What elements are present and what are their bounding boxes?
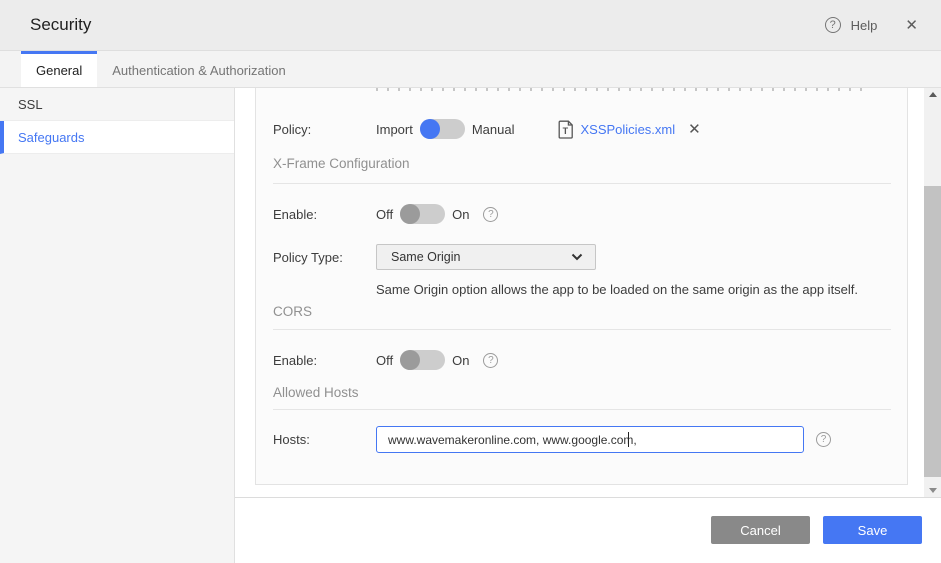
triangle-down-icon [928, 488, 937, 493]
hosts-input[interactable] [376, 426, 804, 453]
tab-general[interactable]: General [21, 51, 98, 87]
scroll-up-button[interactable] [924, 88, 941, 101]
policy-file-chip: T XSSPolicies.xml ✕ [558, 120, 701, 139]
section-divider [273, 409, 891, 410]
xframe-enable-row: Enable: Off On ? [273, 200, 889, 228]
clipped-scrolled-text [376, 88, 871, 91]
policy-manual-label[interactable]: Manual [472, 122, 515, 137]
xframe-off-label[interactable]: Off [376, 207, 393, 222]
xframe-enable-label: Enable: [273, 206, 318, 222]
xframe-enable-toggle[interactable] [400, 204, 446, 224]
svg-text:T: T [563, 126, 569, 136]
header-actions: ? Help ✕ [824, 14, 922, 36]
cors-enable-label: Enable: [273, 352, 318, 368]
main-area: Policy: Import Manual T XSSPolicies.xml … [235, 88, 941, 563]
hosts-label: Hosts: [273, 432, 310, 447]
sidebar-item-ssl[interactable]: SSL [0, 88, 234, 121]
hosts-row: Hosts: ? [273, 426, 889, 453]
policy-type-helper-text: Same Origin option allows the app to be … [376, 281, 859, 297]
cors-enable-toggle[interactable] [400, 350, 446, 370]
xss-policies-file-link[interactable]: XSSPolicies.xml [580, 122, 675, 137]
safeguards-form-panel: Policy: Import Manual T XSSPolicies.xml … [255, 88, 908, 485]
sidebar-item-safeguards[interactable]: Safeguards [0, 121, 234, 154]
scroll-down-button[interactable] [924, 484, 941, 497]
cors-enable-row: Enable: Off On ? [273, 346, 889, 374]
policy-type-select[interactable]: Same Origin [376, 244, 596, 270]
close-icon[interactable]: ✕ [901, 14, 922, 36]
sidebar: SSL Safeguards [0, 88, 235, 563]
text-caret [628, 432, 629, 447]
policy-type-label: Policy Type: [273, 249, 343, 265]
dialog-footer: Cancel Save [235, 497, 941, 563]
cors-help-icon[interactable]: ? [483, 352, 499, 368]
policy-type-helper-row: Same Origin option allows the app to be … [273, 281, 889, 297]
dialog-header: Security ? Help ✕ [0, 0, 941, 51]
save-button[interactable]: Save [823, 516, 922, 544]
cancel-button[interactable]: Cancel [711, 516, 810, 544]
xframe-section-title: X-Frame Configuration [273, 156, 410, 171]
security-dialog: Security ? Help ✕ General Authentication… [0, 0, 941, 563]
cors-off-label[interactable]: Off [376, 353, 393, 368]
policy-type-value: Same Origin [391, 250, 461, 264]
cors-on-label[interactable]: On [452, 353, 469, 368]
sidebar-item-ssl-label: SSL [18, 96, 43, 112]
tab-bar: General Authentication & Authorization [0, 51, 941, 88]
cors-section-title: CORS [273, 304, 313, 319]
toggle-knob [419, 119, 440, 139]
sidebar-item-safeguards-label: Safeguards [18, 129, 85, 145]
policy-type-row: Policy Type: Same Origin [273, 244, 889, 270]
xframe-on-label[interactable]: On [452, 207, 469, 222]
toggle-knob [400, 350, 421, 370]
page-title: Security [30, 15, 92, 34]
policy-label: Policy: [273, 121, 312, 137]
chevron-down-icon [571, 253, 583, 261]
toggle-knob [400, 204, 421, 224]
hosts-input-wrap [376, 426, 804, 453]
tab-authentication-authorization[interactable]: Authentication & Authorization [97, 51, 300, 87]
xss-policy-row: Policy: Import Manual T XSSPolicies.xml … [273, 115, 889, 143]
policy-import-manual-toggle[interactable] [419, 119, 465, 139]
triangle-up-icon [928, 92, 937, 97]
help-label[interactable]: Help [851, 18, 878, 33]
xframe-help-icon[interactable]: ? [483, 206, 499, 222]
remove-file-icon[interactable]: ✕ [688, 120, 701, 138]
section-divider [273, 183, 891, 184]
section-divider [273, 329, 891, 330]
help-icon[interactable]: ? [824, 17, 841, 33]
hosts-help-icon[interactable]: ? [816, 432, 831, 447]
tab-general-label: General [36, 63, 83, 78]
scrollbar-thumb[interactable] [924, 186, 941, 477]
policy-import-label[interactable]: Import [376, 122, 413, 137]
scrollable-settings-area: Policy: Import Manual T XSSPolicies.xml … [235, 88, 941, 497]
vertical-scrollbar[interactable] [924, 88, 941, 497]
xml-file-icon: T [559, 120, 574, 139]
allowed-hosts-section-title: Allowed Hosts [273, 385, 359, 400]
tab-auth-label: Authentication & Authorization [112, 63, 286, 78]
